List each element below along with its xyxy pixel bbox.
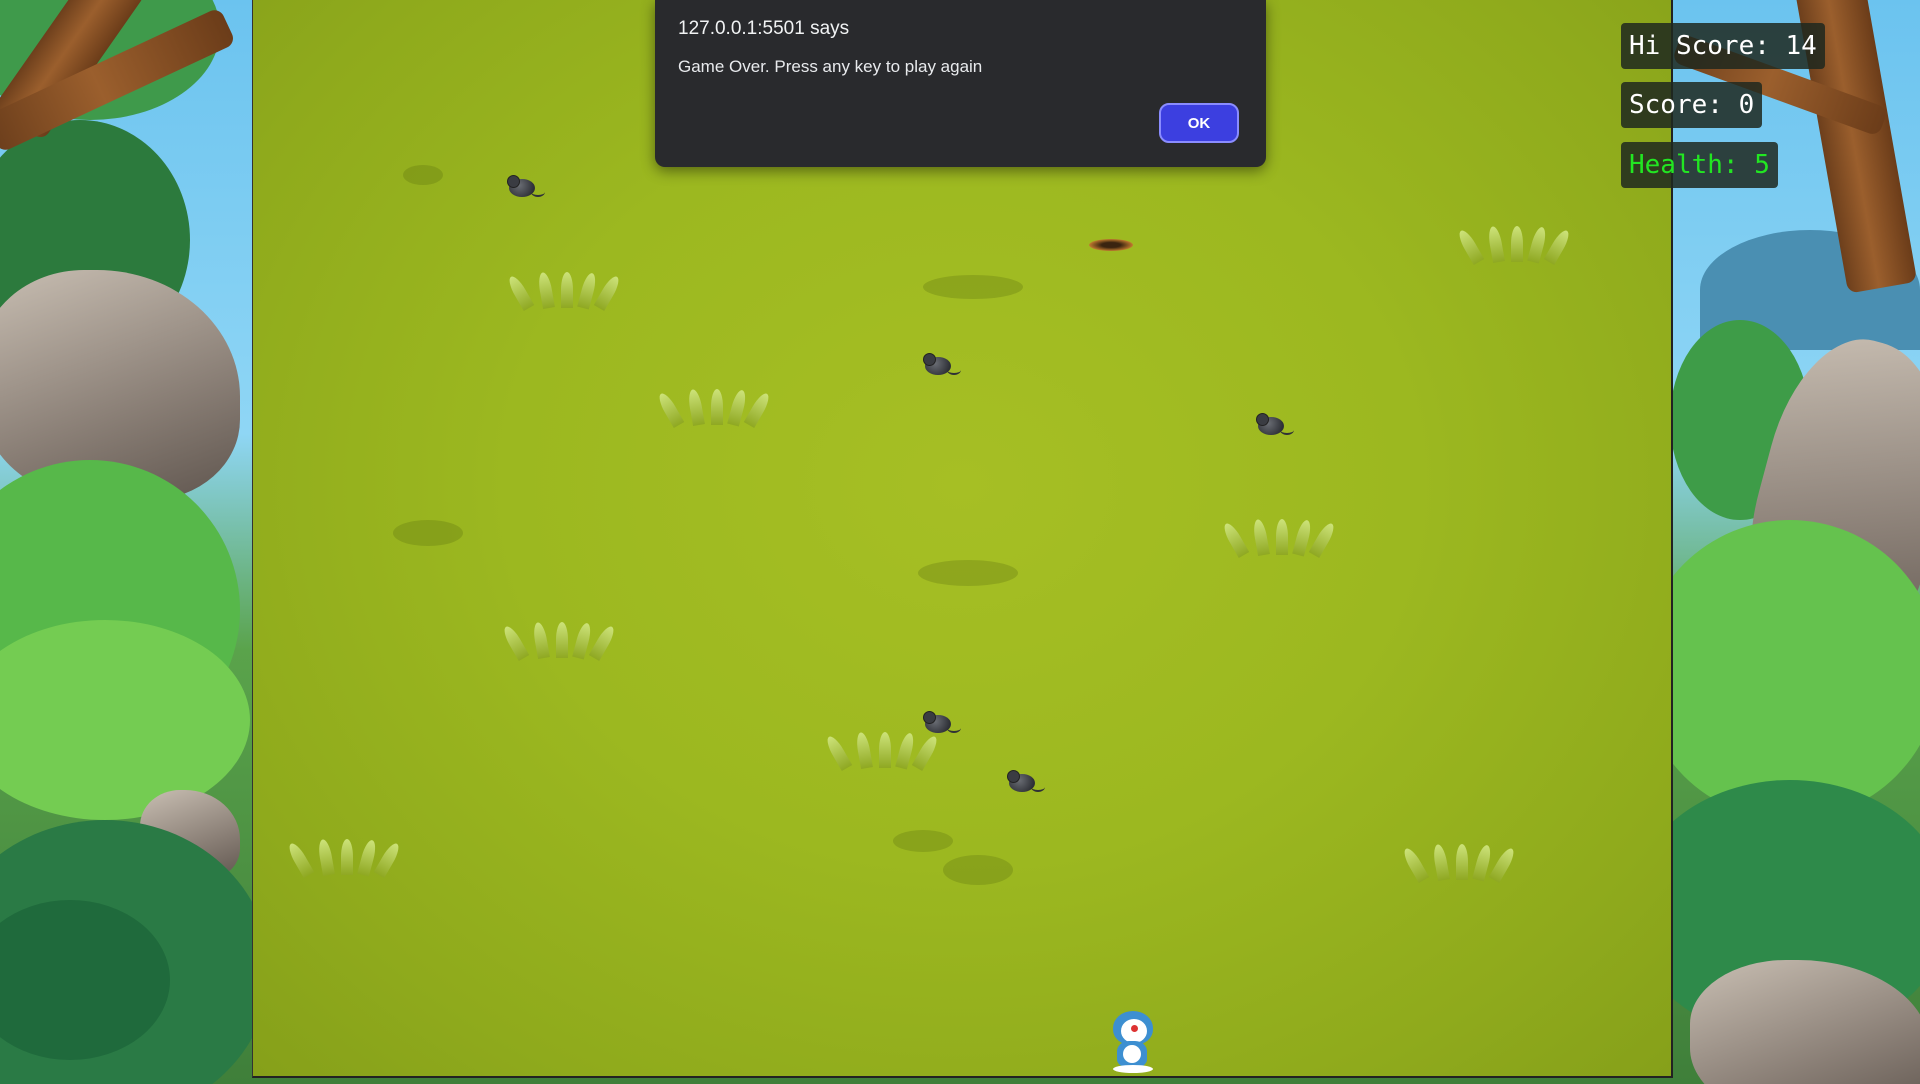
player-character bbox=[1107, 1011, 1157, 1073]
ok-button[interactable]: OK bbox=[1159, 103, 1239, 143]
mouse-enemy bbox=[921, 351, 963, 377]
left-jungle-backdrop bbox=[0, 0, 252, 1084]
alert-message: Game Over. Press any key to play again bbox=[678, 57, 983, 76]
grass-tuft bbox=[503, 268, 623, 311]
grass-tuft bbox=[1218, 515, 1338, 558]
alert-origin: 127.0.0.1:5501 says bbox=[678, 18, 850, 39]
grass-tuft bbox=[498, 618, 618, 661]
health-label: Health: 5 bbox=[1621, 142, 1778, 188]
mouse-enemy bbox=[505, 173, 547, 199]
mouse-enemy bbox=[1005, 768, 1047, 794]
mouse-hole bbox=[1089, 239, 1133, 251]
alert-dialog: 127.0.0.1:5501 says Game Over. Press any… bbox=[655, 0, 1266, 167]
mouse-enemy bbox=[921, 709, 963, 735]
grass-tuft bbox=[1398, 840, 1518, 883]
grass-tuft bbox=[821, 728, 941, 771]
game-window: Hi Score: 14 Score: 0 Health: 5 127.0.0.… bbox=[0, 0, 1920, 1084]
grass-tuft bbox=[1453, 222, 1573, 265]
grass-tuft bbox=[283, 835, 403, 878]
hi-score-label: Hi Score: 14 bbox=[1621, 23, 1825, 69]
grass-tuft bbox=[653, 385, 773, 428]
score-label: Score: 0 bbox=[1621, 82, 1763, 128]
mouse-enemy bbox=[1254, 411, 1296, 437]
